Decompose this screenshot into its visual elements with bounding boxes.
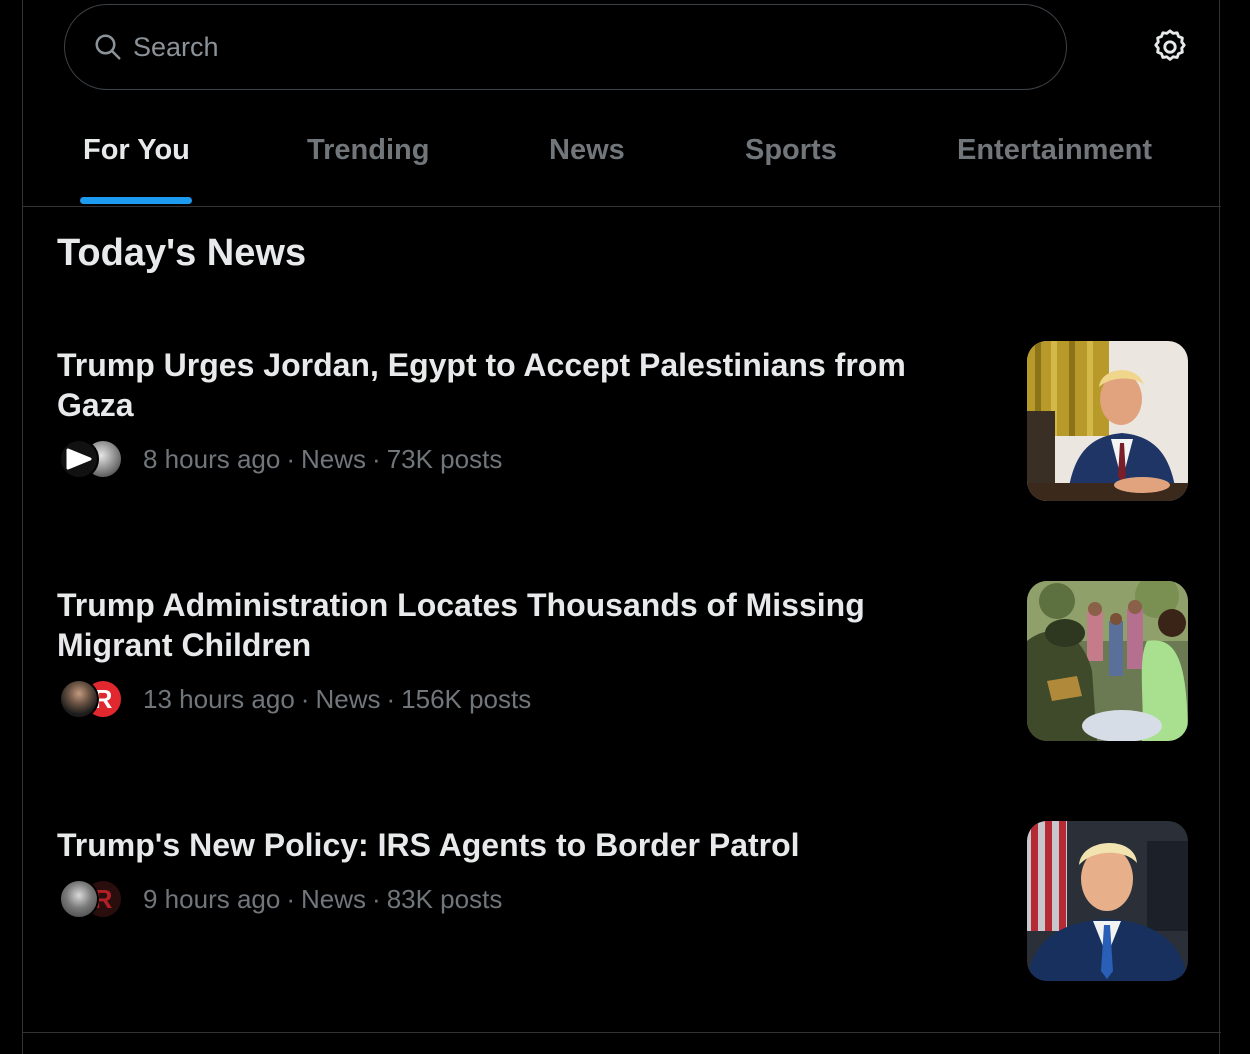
tab-label: For You [83,134,190,166]
meta-separator: · [286,883,295,914]
news-time: 13 hours ago [143,683,295,714]
explore-tabs: For You Trending News Sports Entertainme… [23,96,1221,207]
avatar [59,879,99,919]
news-category: News [301,443,367,474]
meta-separator: · [372,443,381,474]
tab-news[interactable]: News [523,96,643,206]
avatar [59,679,99,719]
news-category: News [315,683,381,714]
news-post-count: 156K posts [401,683,532,714]
news-meta: 8 hours ago · News · 73K posts [57,436,502,482]
tab-for-you[interactable]: For You [63,96,213,206]
news-time: 9 hours ago [143,883,281,914]
news-thumbnail[interactable] [1027,341,1188,501]
explore-panel: For You Trending News Sports Entertainme… [22,0,1221,1054]
thumbnail-image [1027,821,1188,981]
news-time: 8 hours ago [143,443,281,474]
news-meta: R 9 hours ago · News · 83K posts [57,876,502,922]
meta-separator: · [300,683,310,714]
news-headline: Trump Urges Jordan, Egypt to Accept Pale… [57,347,906,423]
news-item[interactable]: Trump Administration Locates Thousands o… [23,581,1221,785]
news-post-count: 73K posts [386,443,503,474]
source-avatars [57,436,129,482]
play-icon [66,448,92,470]
active-tab-indicator [80,197,192,204]
news-post-count: 83K posts [386,883,503,914]
search-input[interactable] [133,31,1013,63]
news-category: News [301,883,367,914]
meta-separator: · [386,683,396,714]
meta-separator: · [286,443,295,474]
settings-gear-icon[interactable] [1151,28,1189,66]
news-item[interactable]: Trump Urges Jordan, Egypt to Accept Pale… [23,341,1221,545]
news-thumbnail[interactable] [1027,581,1188,741]
tab-entertainment[interactable]: Entertainment [933,96,1173,206]
source-avatars: R [57,876,129,922]
news-headline: Trump's New Policy: IRS Agents to Border… [57,827,800,863]
search-row [23,0,1221,96]
tab-sports[interactable]: Sports [723,96,863,206]
thumbnail-image [1027,341,1188,501]
news-headline: Trump Administration Locates Thousands o… [57,587,865,663]
avatar [59,439,99,479]
news-item[interactable]: Trump's New Policy: IRS Agents to Border… [23,821,1221,1025]
tab-label: Sports [745,134,837,166]
news-thumbnail[interactable] [1027,821,1188,981]
section-divider [23,1032,1221,1033]
tab-label: Entertainment [957,134,1152,166]
tab-label: News [549,134,625,166]
meta-separator: · [372,883,381,914]
section-title: Today's News [57,232,307,274]
tab-label: Trending [307,134,430,166]
thumbnail-image [1027,581,1188,741]
news-meta: R 13 hours ago · News · 156K posts [57,676,531,722]
source-avatars: R [57,676,129,722]
tab-trending[interactable]: Trending [283,96,443,206]
search-bar[interactable] [64,4,1067,90]
search-icon [95,34,121,60]
